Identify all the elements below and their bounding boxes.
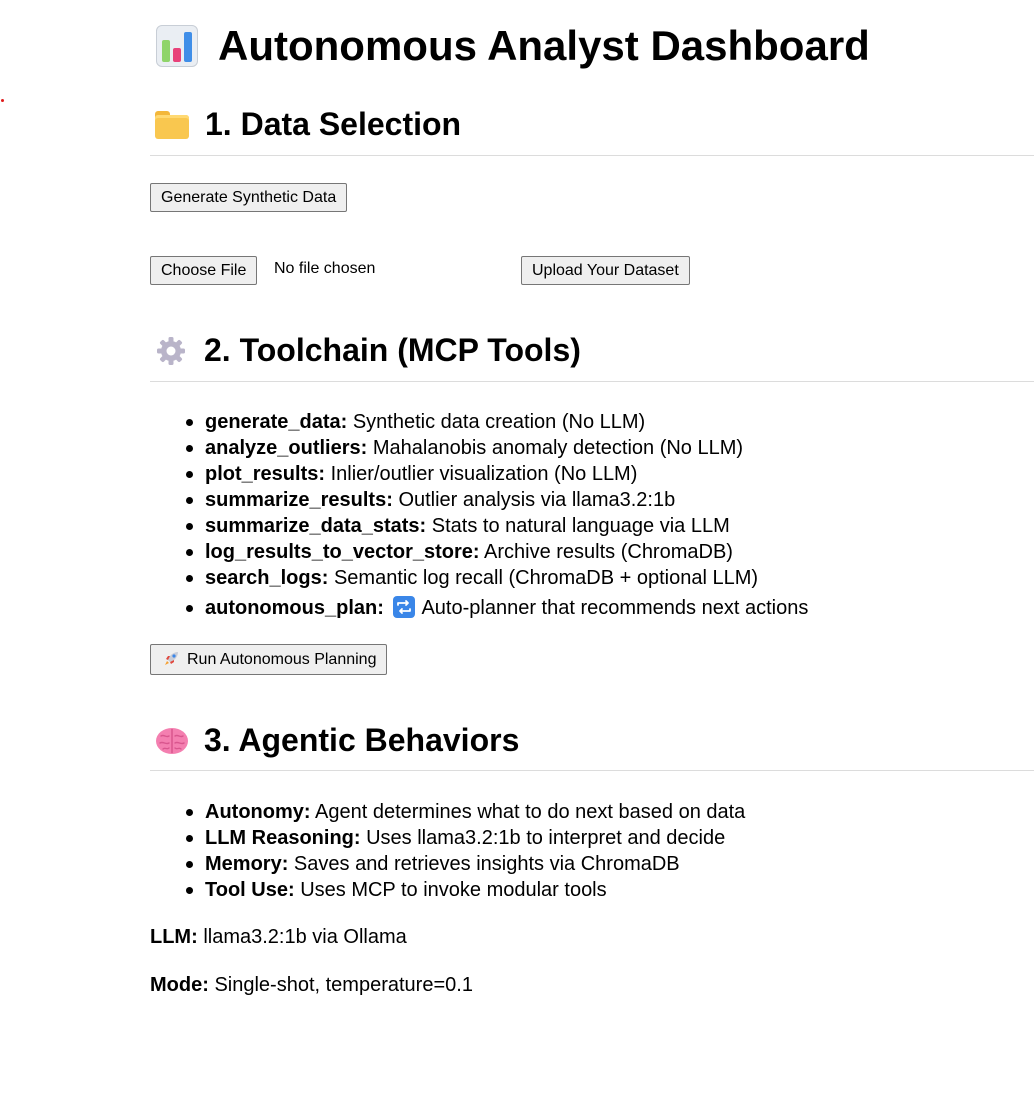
llm-value: llama3.2:1b via Ollama (203, 926, 407, 948)
file-status: No file chosen (274, 260, 376, 277)
mode-value: Single-shot, temperature=0.1 (214, 974, 473, 996)
section-heading-text: 1. Data Selection (205, 106, 462, 142)
page-title-text: Autonomous Analyst Dashboard (218, 22, 870, 69)
section-heading-text: 2. Toolchain (MCP Tools) (204, 332, 581, 368)
list-item: summarize_data_stats: Stats to natural l… (185, 513, 808, 539)
section-heading-data-selection: 1. Data Selection (150, 106, 1034, 143)
section-data-selection: 1. Data Selection (150, 106, 1034, 156)
list-item: autonomous_plan: Auto-planner that recom… (185, 591, 808, 625)
list-item: LLM Reasoning: Uses llama3.2:1b to inter… (185, 825, 745, 851)
list-item: search_logs: Semantic log recall (Chroma… (185, 565, 808, 591)
mode-label: Mode: (150, 974, 209, 996)
section-toolchain: 2. Toolchain (MCP Tools) (150, 332, 1034, 382)
upload-dataset-button[interactable]: Upload Your Dataset (521, 256, 690, 285)
list-item: generate_data: Synthetic data creation (… (185, 409, 808, 435)
page: Autonomous Analyst Dashboard 1. Data Sel… (0, 0, 1034, 1096)
list-item: Memory: Saves and retrieves insights via… (185, 851, 745, 877)
list-item: plot_results: Inlier/outlier visualizati… (185, 461, 808, 487)
section-agentic-behaviors: 3. Agentic Behaviors (150, 722, 1034, 771)
gear-icon (155, 335, 187, 367)
section-heading-behaviors: 3. Agentic Behaviors (150, 722, 1034, 759)
list-item: Tool Use: Uses MCP to invoke modular too… (185, 877, 745, 903)
repeat-icon (393, 596, 416, 618)
run-button-label: Run Autonomous Planning (187, 651, 377, 668)
section-heading-text: 3. Agentic Behaviors (204, 722, 520, 758)
run-autonomous-planning-button[interactable]: Run Autonomous Planning (150, 644, 388, 675)
llm-label: LLM: (150, 926, 198, 948)
llm-info: LLM: llama3.2:1b via Ollama (150, 926, 407, 949)
rocket-icon (163, 648, 181, 666)
red-dot (1, 99, 4, 102)
folder-icon (155, 110, 189, 139)
generate-synthetic-data-button[interactable]: Generate Synthetic Data (150, 183, 348, 212)
list-item: summarize_results: Outlier analysis via … (185, 487, 808, 513)
list-item: analyze_outliers: Mahalanobis anomaly de… (185, 435, 808, 461)
choose-file-button[interactable]: Choose File (150, 256, 258, 285)
section-heading-toolchain: 2. Toolchain (MCP Tools) (150, 332, 1034, 369)
list-item: log_results_to_vector_store: Archive res… (185, 539, 808, 565)
bar-chart-icon (156, 25, 198, 67)
tool-list: generate_data: Synthetic data creation (… (150, 409, 808, 625)
behavior-list: Autonomy: Agent determines what to do ne… (150, 799, 745, 903)
mode-info: Mode: Single-shot, temperature=0.1 (150, 974, 473, 997)
list-item: Autonomy: Agent determines what to do ne… (185, 801, 746, 823)
brain-icon (155, 726, 189, 756)
page-title: Autonomous Analyst Dashboard (156, 22, 870, 70)
